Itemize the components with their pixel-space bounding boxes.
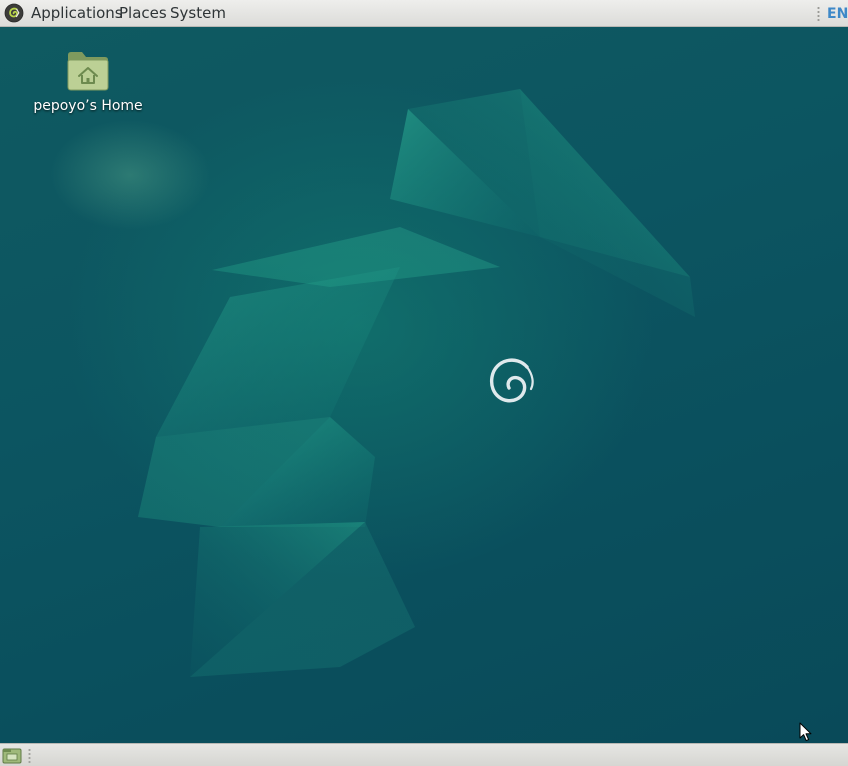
show-desktop-icon[interactable] <box>2 747 22 764</box>
home-folder-desktop-icon[interactable]: pepoyo’s Home <box>28 49 148 115</box>
panel-handle[interactable] <box>28 748 31 763</box>
top-panel: Applications Places System EN <box>0 0 848 27</box>
bottom-panel <box>0 743 848 766</box>
system-menu[interactable]: System <box>170 4 226 23</box>
home-folder-icon <box>67 52 109 91</box>
debian-swirl-icon <box>490 358 534 403</box>
wallpaper-polygons <box>138 89 695 677</box>
home-folder-label: pepoyo’s Home <box>33 98 143 114</box>
debian-swirl-icon[interactable] <box>4 3 24 23</box>
screen: Applications Places System EN pepoyo’s H… <box>0 0 848 766</box>
desktop[interactable]: pepoyo’s Home <box>0 27 848 743</box>
mouse-pointer-icon <box>799 722 812 742</box>
keyboard-layout-indicator[interactable]: EN <box>827 5 848 23</box>
panel-handle[interactable] <box>817 6 820 21</box>
applications-menu[interactable]: Applications <box>31 4 123 23</box>
places-menu[interactable]: Places <box>119 4 167 23</box>
